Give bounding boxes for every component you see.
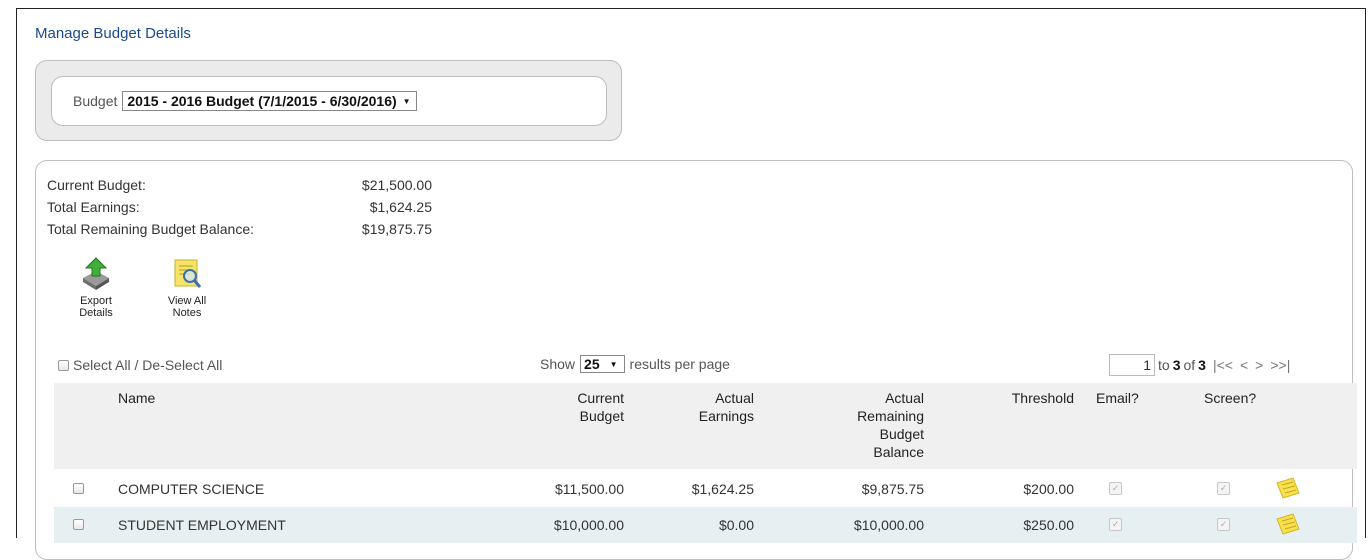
pager-to: to [1158,357,1170,373]
cell-name: STUDENT EMPLOYMENT [118,517,286,533]
budget-label: Budget [73,93,118,109]
first-page-link[interactable]: |<< [1213,357,1233,373]
note-icon[interactable] [1275,477,1301,499]
select-all-control[interactable]: Select All / De-Select All [58,357,222,373]
export-icon [83,257,109,290]
col-header-email[interactable]: Email? [1096,389,1139,407]
pager-total: 3 [1198,357,1206,373]
email-checkbox: ✓ [1109,518,1122,531]
next-page-link[interactable]: > [1255,357,1263,373]
select-all-label: Select All / De-Select All [73,357,223,373]
per-page-select[interactable]: 25 ▼ [580,355,625,373]
budget-summary: Current Budget: $21,500.00 Total Earning… [47,174,1350,240]
summary-label: Total Remaining Budget Balance: [47,221,255,237]
row-checkbox[interactable] [73,519,84,530]
page-number-input[interactable]: 1 [1109,354,1155,376]
per-page-suffix: results per page [629,356,730,372]
dropdown-arrow-icon: ▼ [402,96,411,106]
table-row: STUDENT EMPLOYMENT $10,000.00 $0.00 $10,… [54,507,1357,543]
summary-total-earnings: Total Earnings: $1,624.25 [47,196,1350,218]
view-notes-icon [174,259,202,288]
cell-name: COMPUTER SCIENCE [118,481,265,497]
pager-range-end: 3 [1172,357,1181,373]
summary-label: Current Budget: [47,177,146,193]
notes-label-line2: Notes [172,307,202,319]
header-line: Budget [579,408,624,424]
table-row: COMPUTER SCIENCE $11,500.00 $1,624.25 $9… [54,471,1357,507]
dropdown-arrow-icon: ▼ [609,359,618,369]
filter-panel: Budget 2015 - 2016 Budget (7/1/2015 - 6/… [35,60,622,141]
view-all-notes-button[interactable]: View All Notes [157,256,217,319]
export-details-button[interactable]: Export Details [66,256,126,319]
col-header-current-budget[interactable]: Current Budget [544,389,624,425]
header-line: Actual [885,390,924,406]
show-label: Show [540,356,576,372]
budget-select[interactable]: 2015 - 2016 Budget (7/1/2015 - 6/30/2016… [122,91,417,111]
budget-details-panel: Current Budget: $21,500.00 Total Earning… [35,160,1357,560]
summary-remaining-balance: Total Remaining Budget Balance: $19,875.… [47,218,1350,240]
header-line: Balance [873,444,924,460]
export-label-line1: Export [80,295,112,307]
cell-remaining-balance: $10,000.00 [853,517,924,533]
table-header: Name Current Budget Actual Earnings Actu… [54,383,1357,469]
export-label-line2: Details [79,307,113,319]
email-checkbox: ✓ [1109,482,1122,495]
per-page-value: 25 [584,356,600,372]
col-header-actual-earnings[interactable]: Actual Earnings [674,389,754,425]
summary-value: $21,500.00 [361,177,432,193]
notes-label-line1: View All [167,295,207,307]
cell-remaining-balance: $9,875.75 [861,481,924,497]
cell-actual-earnings: $0.00 [718,517,754,533]
screen-checkbox: ✓ [1217,518,1230,531]
header-line: Current [577,390,624,406]
col-header-threshold[interactable]: Threshold [984,389,1074,407]
budget-select-value: 2015 - 2016 Budget (7/1/2015 - 6/30/2016… [127,93,397,109]
page-title: Manage Budget Details [35,25,191,42]
pager-of: of [1183,357,1196,373]
pagination: 1 to 3 of 3 |<< < > >>| [1109,354,1290,376]
results-per-page: Show 25 ▼ results per page [540,355,730,373]
cell-actual-earnings: $1,624.25 [691,481,754,497]
cell-threshold: $200.00 [1023,481,1074,497]
last-page-link[interactable]: >>| [1270,357,1290,373]
col-header-name[interactable]: Name [118,389,155,407]
row-checkbox[interactable] [73,483,84,494]
page-frame: Manage Budget Details Budget 2015 - 2016… [16,8,1366,560]
cell-current-budget: $10,000.00 [553,517,624,533]
header-line: Budget [879,426,924,442]
note-icon[interactable] [1275,513,1301,535]
summary-value: $19,875.75 [361,221,432,237]
select-all-checkbox[interactable] [58,359,69,371]
summary-current-budget: Current Budget: $21,500.00 [47,174,1350,196]
summary-value: $1,624.25 [369,199,432,215]
summary-label: Total Earnings: [47,199,140,215]
cell-current-budget: $11,500.00 [554,481,624,497]
cell-threshold: $250.00 [1023,517,1074,533]
header-line: Earnings [698,408,754,424]
col-header-screen[interactable]: Screen? [1204,389,1256,407]
screen-checkbox: ✓ [1217,482,1230,495]
prev-page-link[interactable]: < [1240,357,1248,373]
header-line: Actual [715,390,754,406]
filter-inner: Budget 2015 - 2016 Budget (7/1/2015 - 6/… [51,76,607,126]
header-line: Remaining [857,408,924,424]
col-header-remaining-balance[interactable]: Actual Remaining Budget Balance [824,389,924,461]
